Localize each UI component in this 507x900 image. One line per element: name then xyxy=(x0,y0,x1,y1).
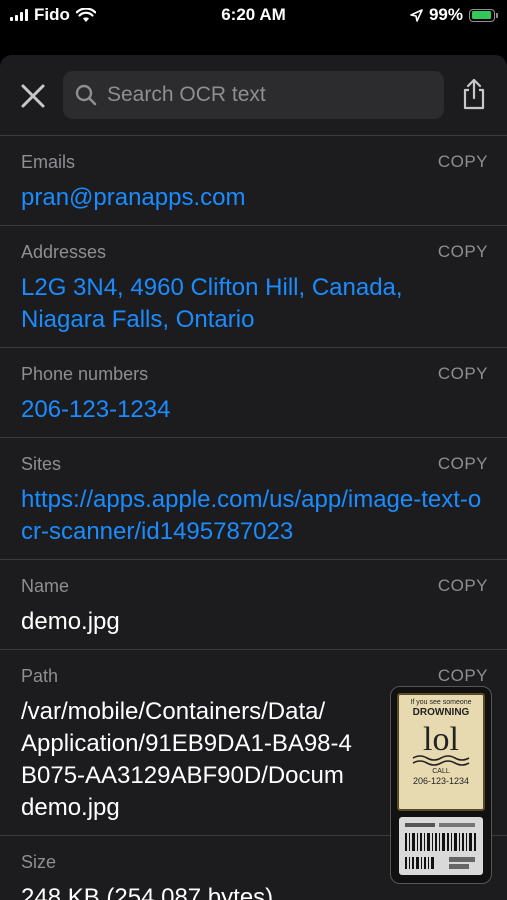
battery-icon xyxy=(469,8,498,22)
status-right: 99% xyxy=(410,5,498,25)
field-row-addresses: Addresses COPY L2G 3N4, 4960 Clifton Hil… xyxy=(0,226,507,348)
barcode-icon xyxy=(405,823,476,869)
barcode-label-image xyxy=(399,817,483,875)
search-icon xyxy=(75,84,97,106)
sign-text-line: 206-123-1234 xyxy=(412,776,470,786)
copy-button[interactable]: COPY xyxy=(438,576,488,596)
field-label: Phone numbers xyxy=(21,364,149,384)
search-field[interactable] xyxy=(63,71,444,119)
status-bar: Fido 6:20 AM 99% xyxy=(0,0,507,34)
field-row-phone-numbers: Phone numbers COPY 206-123-1234 xyxy=(0,348,507,438)
copy-button[interactable]: COPY xyxy=(438,364,488,384)
field-row-name: Name COPY demo.jpg xyxy=(0,560,507,650)
file-name-value: demo.jpg xyxy=(21,608,120,635)
sign-text-line: If you see someone xyxy=(410,699,472,706)
email-link[interactable]: pran@pranapps.com xyxy=(21,182,491,214)
field-label: Sites xyxy=(21,454,62,474)
copy-button[interactable]: COPY xyxy=(438,454,488,474)
field-label: Addresses xyxy=(21,242,107,262)
location-arrow-icon xyxy=(410,8,423,22)
battery-percent: 99% xyxy=(428,5,463,24)
source-image-thumbnail[interactable]: If you see someone DROWNING lol CALL 206… xyxy=(390,686,492,884)
sign-text-line: DROWNING xyxy=(412,707,470,718)
search-input[interactable] xyxy=(105,82,429,108)
sign-text-line: CALL xyxy=(432,768,450,775)
copy-button[interactable]: COPY xyxy=(438,666,488,686)
field-label: Size xyxy=(21,852,57,872)
copy-button[interactable]: COPY xyxy=(438,242,488,262)
field-row-emails: Emails COPY pran@pranapps.com xyxy=(0,136,507,226)
file-size-value: 248 KB (254,087 bytes) xyxy=(21,884,274,900)
field-label: Path xyxy=(21,666,59,686)
address-link[interactable]: L2G 3N4, 4960 Clifton Hill, Canada, Niag… xyxy=(21,272,491,336)
share-icon[interactable] xyxy=(460,77,488,111)
sign-text-line: lol xyxy=(423,721,459,758)
sign-image: If you see someone DROWNING lol CALL 206… xyxy=(397,693,485,811)
battery-level-fill xyxy=(471,11,492,19)
sheet-toolbar xyxy=(0,55,507,136)
site-link[interactable]: https://apps.apple.com/us/app/image-text… xyxy=(21,484,491,548)
field-label: Emails xyxy=(21,152,76,172)
field-label: Name xyxy=(21,576,70,596)
field-row-sites: Sites COPY https://apps.apple.com/us/app… xyxy=(0,438,507,560)
copy-button[interactable]: COPY xyxy=(438,152,488,172)
close-icon[interactable] xyxy=(18,81,48,111)
phone-link[interactable]: 206-123-1234 xyxy=(21,394,491,426)
